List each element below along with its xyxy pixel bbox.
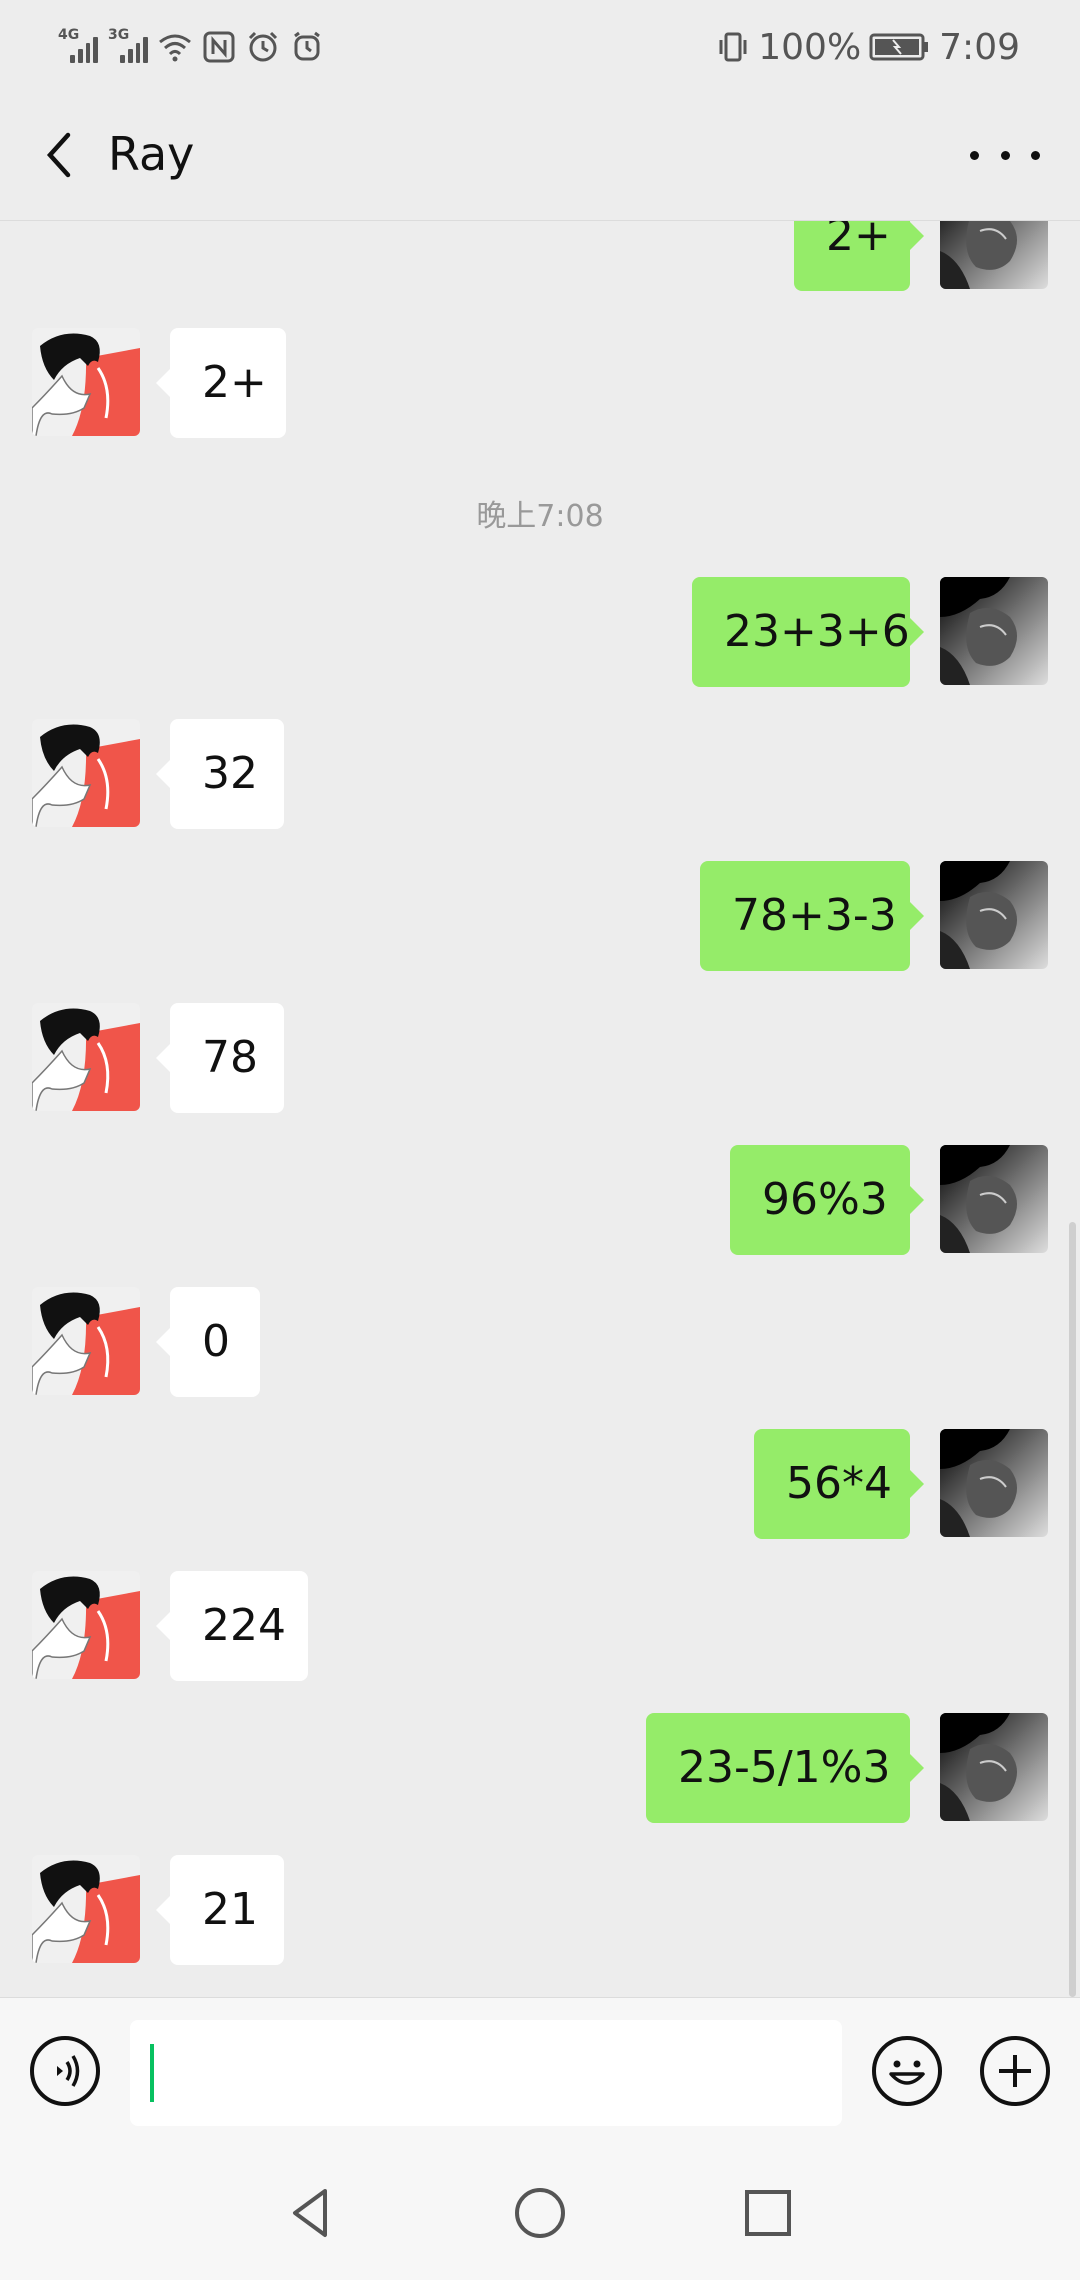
- message-text: 23-5/1%3: [678, 1742, 891, 1793]
- my-avatar[interactable]: [940, 1713, 1048, 1821]
- outgoing-bubble[interactable]: 56*4: [754, 1429, 924, 1539]
- message-row: 2+: [0, 328, 1080, 438]
- vibrate-icon: [719, 32, 747, 62]
- contact-avatar[interactable]: [32, 328, 140, 436]
- incoming-bubble[interactable]: 78: [156, 1003, 284, 1113]
- outgoing-bubble[interactable]: 2+: [794, 221, 924, 291]
- contact-avatar[interactable]: [32, 1287, 140, 1395]
- message-row: 56*4: [0, 1429, 1080, 1539]
- wifi-icon: [159, 34, 191, 62]
- message-text: 78: [202, 1032, 258, 1083]
- chat-header: Ray: [0, 90, 1080, 221]
- message-text: 96%3: [762, 1174, 888, 1225]
- message-text: 23+3+6: [724, 606, 910, 657]
- outgoing-bubble[interactable]: 96%3: [730, 1145, 924, 1255]
- contact-avatar[interactable]: [32, 1855, 140, 1963]
- message-row: 78+3-3: [0, 861, 1080, 971]
- my-avatar[interactable]: [940, 221, 1048, 289]
- contact-avatar[interactable]: [32, 1003, 140, 1111]
- alarm-icon: [294, 31, 320, 61]
- battery-icon: [869, 33, 929, 61]
- battery-percent: 100%: [758, 26, 862, 68]
- status-bar: 4G 3G 100% 7:09: [0, 0, 1080, 90]
- input-bar: [0, 1997, 1080, 2148]
- status-left: 4G 3G: [58, 22, 324, 72]
- message-text: 0: [202, 1316, 230, 1367]
- plus-icon[interactable]: [980, 2036, 1050, 2106]
- network-type-label: 4G: [58, 27, 80, 43]
- contact-avatar-image: [32, 328, 140, 436]
- nfc-icon: [203, 31, 235, 63]
- message-row: 21: [0, 1855, 1080, 1965]
- signal-icon: 4G: [58, 27, 98, 63]
- voice-icon[interactable]: [30, 2036, 100, 2106]
- my-avatar[interactable]: [940, 1429, 1048, 1537]
- message-row: 0: [0, 1287, 1080, 1397]
- my-avatar-image: [940, 221, 1048, 289]
- signal-icon: 3G: [108, 27, 148, 63]
- my-avatar-image: [940, 1713, 1048, 1821]
- incoming-bubble[interactable]: 0: [156, 1287, 260, 1397]
- message-row: 224: [0, 1571, 1080, 1681]
- status-right: 100% 7:09: [716, 22, 1020, 72]
- my-avatar-image: [940, 861, 1048, 969]
- back-triangle-icon[interactable]: [280, 2183, 340, 2243]
- clock: 7:09: [939, 26, 1020, 68]
- outgoing-bubble[interactable]: 23+3+6: [692, 577, 924, 687]
- system-nav-bar: [0, 2147, 1080, 2280]
- message-row: 23-5/1%3: [0, 1713, 1080, 1823]
- message-text: 21: [202, 1884, 258, 1935]
- contact-avatar-image: [32, 1287, 140, 1395]
- message-text: 56*4: [786, 1458, 892, 1509]
- incoming-bubble[interactable]: 32: [156, 719, 284, 829]
- alarm-icon: [248, 31, 278, 62]
- more-dot: [970, 150, 979, 160]
- message-text: 32: [202, 748, 258, 799]
- incoming-bubble[interactable]: 224: [156, 1571, 308, 1681]
- message-text: 78+3-3: [732, 890, 897, 941]
- more-icon[interactable]: [970, 130, 1040, 180]
- home-circle-icon[interactable]: [510, 2183, 570, 2243]
- contact-avatar-image: [32, 1571, 140, 1679]
- message-text: 2+: [826, 221, 891, 261]
- more-dot: [1031, 150, 1040, 160]
- message-row: 96%3: [0, 1145, 1080, 1255]
- my-avatar-image: [940, 1145, 1048, 1253]
- my-avatar[interactable]: [940, 861, 1048, 969]
- incoming-bubble[interactable]: 21: [156, 1855, 284, 1965]
- network-type-label: 3G: [108, 27, 130, 43]
- contact-avatar-image: [32, 1003, 140, 1111]
- contact-avatar[interactable]: [32, 1571, 140, 1679]
- my-avatar-image: [940, 1429, 1048, 1537]
- outgoing-bubble[interactable]: 23-5/1%3: [646, 1713, 924, 1823]
- chevron-left-icon[interactable]: [30, 125, 90, 185]
- my-avatar[interactable]: [940, 1145, 1048, 1253]
- message-text: 224: [202, 1600, 286, 1651]
- outgoing-bubble[interactable]: 78+3-3: [700, 861, 924, 971]
- contact-avatar-image: [32, 1855, 140, 1963]
- my-avatar-image: [940, 577, 1048, 685]
- message-row: 78: [0, 1003, 1080, 1113]
- chat-timestamp: 晚上7:08: [476, 499, 604, 534]
- more-dot: [1000, 150, 1010, 160]
- message-row: 23+3+6: [0, 577, 1080, 687]
- message-row: 2+: [0, 221, 1080, 291]
- message-input[interactable]: [130, 2020, 842, 2126]
- my-avatar[interactable]: [940, 577, 1048, 685]
- message-list[interactable]: 2+ 2+ 晚上7:08 23+3+6 32 78+3-3 78 96%3 0 …: [0, 221, 1080, 1996]
- incoming-bubble[interactable]: 2+: [156, 328, 286, 438]
- message-text: 2+: [202, 357, 267, 408]
- contact-avatar-image: [32, 719, 140, 827]
- recents-square-icon[interactable]: [738, 2183, 798, 2243]
- chat-scrollbar[interactable]: [1069, 1222, 1076, 1997]
- chat-title: Ray: [108, 127, 195, 181]
- contact-avatar[interactable]: [32, 719, 140, 827]
- message-row: 32: [0, 719, 1080, 829]
- text-caret: [150, 2044, 154, 2102]
- emoji-icon[interactable]: [872, 2036, 942, 2106]
